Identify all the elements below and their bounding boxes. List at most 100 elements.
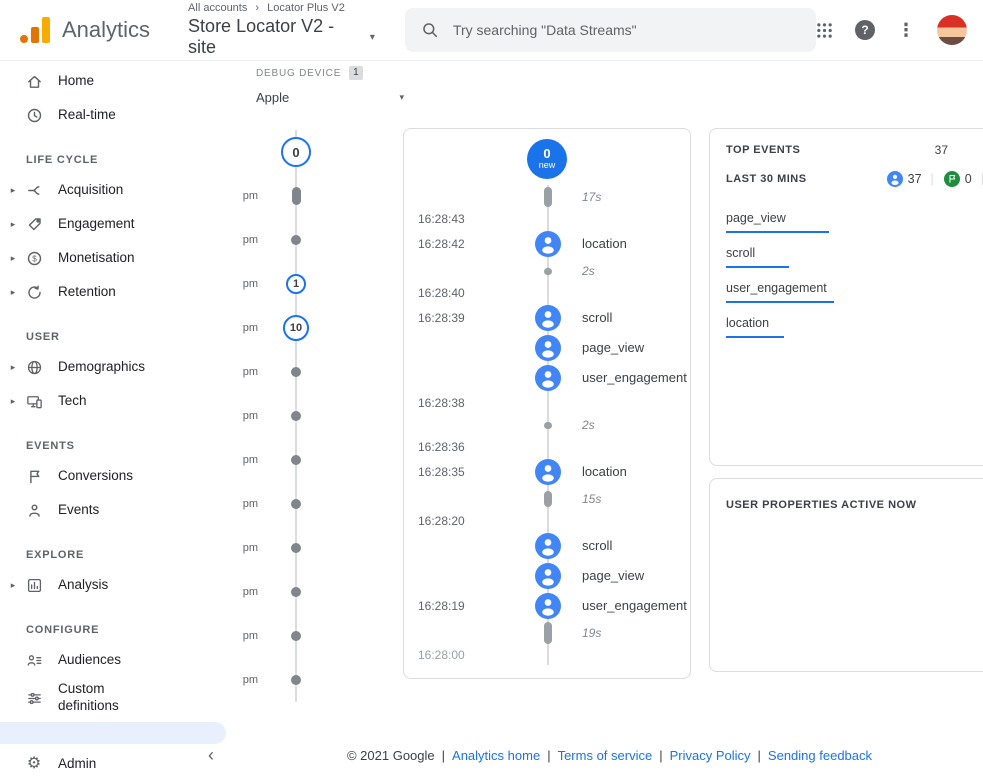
minute-count-ring[interactable]: 1 [286,274,306,294]
stream-row: 2s [404,259,690,283]
debug-device-select[interactable]: Apple ▾ [256,90,404,105]
footer-link[interactable]: Analytics home [452,748,540,763]
top-events-card: TOP EVENTS 37 LAST 30 MINS 37 | 0 | [709,128,983,466]
search-bar[interactable] [405,8,816,52]
expand-arrow-icon[interactable]: ▸ [6,396,20,407]
footer-link[interactable]: Privacy Policy [670,748,751,763]
top-event-label[interactable]: scroll [726,246,755,260]
minute-row[interactable]: pm [236,482,328,526]
sidebar-item-debugview-selected[interactable] [0,722,226,744]
minute-row[interactable]: pm [236,438,328,482]
more-vert-icon[interactable]: ⋮ [897,20,915,41]
footer-link[interactable]: Sending feedback [768,748,872,763]
stream-timestamp: 16:28:36 [418,440,524,454]
minute-label: pm [236,586,258,598]
minute-row[interactable]: pm [236,394,328,438]
top-event-row[interactable]: location [726,314,983,338]
app-name[interactable]: Analytics [62,17,150,43]
svg-text:$: $ [32,254,37,263]
top-event-label[interactable]: page_view [726,211,786,225]
top-events-counter: 37 | [887,171,934,187]
minute-dot-marker [291,455,301,465]
property-switcher[interactable]: Store Locator V2 - site ▾ [188,16,375,58]
sidebar-item-analysis[interactable]: ▸ Analysis [0,568,236,602]
sidebar-item-audiences[interactable]: Audiences [0,643,236,677]
minute-row[interactable]: pm [236,218,328,262]
sidebar-item-retention[interactable]: ▸ Retention [0,275,236,309]
user-properties-card: USER PROPERTIES ACTIVE NOW [709,478,983,672]
event-person-icon[interactable] [535,533,561,559]
sidebar-item-demographics[interactable]: ▸ Demographics [0,350,236,384]
stream-gap-marker [544,422,552,429]
minute-dot-marker [291,499,301,509]
sidebar-item-tech[interactable]: ▸ Tech [0,384,236,418]
expand-arrow-icon[interactable]: ▸ [6,185,20,196]
stream-timestamp: 16:28:20 [418,514,524,528]
sidebar-item-conversions[interactable]: Conversions [0,459,236,493]
sidebar-item-custom-definitions[interactable]: Custom definitions [0,677,236,719]
event-person-icon[interactable] [535,335,561,361]
top-event-row[interactable]: page_view [726,209,983,233]
sidebar-item-home[interactable]: Home [0,64,236,98]
top-event-label[interactable]: location [726,316,769,330]
stream-timestamp: 16:28:19 [418,599,524,613]
top-event-row[interactable]: scroll [726,244,983,268]
minute-row[interactable]: pm [236,350,328,394]
expand-arrow-icon[interactable]: ▸ [6,219,20,230]
minute-count-ring[interactable]: 0 [281,137,311,167]
stream-event-label[interactable]: scroll [582,310,612,325]
expand-arrow-icon[interactable]: ▸ [6,362,20,373]
minute-row[interactable]: pm [236,174,328,218]
stream-event-label[interactable]: page_view [582,340,644,355]
breadcrumb-account[interactable]: Locator Plus V2 [267,2,345,14]
minute-row[interactable]: pm [236,526,328,570]
stream-timestamp: 16:28:40 [418,286,524,300]
avatar[interactable] [937,15,967,45]
expand-arrow-icon[interactable]: ▸ [6,253,20,264]
analytics-logo-icon[interactable] [18,12,54,48]
help-icon[interactable]: ? [855,20,875,40]
stream-event-label[interactable]: user_engagement [582,370,687,385]
sidebar-item-realtime[interactable]: Real-time [0,98,236,132]
debug-device-label: DEBUG DEVICE [256,68,341,79]
stream-row: 16:28:20 [404,511,690,531]
new-events-badge[interactable]: 0 new [527,139,567,179]
minute-row[interactable]: pm 10 [236,306,328,350]
stream-event-label[interactable]: user_engagement [582,598,687,613]
search-input[interactable] [451,21,816,39]
top-app-bar: Analytics All accounts › Locator Plus V2… [0,0,983,61]
expand-arrow-icon[interactable]: ▸ [6,580,20,591]
event-person-icon[interactable] [535,231,561,257]
stream-event-label[interactable]: location [582,464,627,479]
minute-row[interactable]: pm [236,614,328,658]
event-person-icon[interactable] [535,563,561,589]
minute-row[interactable]: pm 1 [236,262,328,306]
event-person-icon[interactable] [535,365,561,391]
stream-event-label[interactable]: scroll [582,538,612,553]
minute-row[interactable]: pm [236,570,328,614]
minute-dot-marker [291,587,301,597]
expand-arrow-icon[interactable]: ▸ [6,287,20,298]
top-event-label[interactable]: user_engagement [726,281,827,295]
breadcrumb-all-accounts[interactable]: All accounts [188,2,247,14]
chevron-right-icon: › [255,2,259,14]
sidebar-item-events[interactable]: Events [0,493,236,527]
top-event-row[interactable]: user_engagement [726,279,983,303]
minute-label: pm [236,454,258,466]
event-person-icon[interactable] [535,459,561,485]
event-person-icon[interactable] [535,305,561,331]
minute-row[interactable]: 0 [236,130,328,174]
minute-count-ring[interactable]: 10 [283,315,309,341]
minute-row[interactable]: pm [236,658,328,702]
sidebar-item-engagement[interactable]: ▸ Engagement [0,207,236,241]
minute-label: pm [236,234,258,246]
sidebar-item-monetisation[interactable]: ▸ $ Monetisation [0,241,236,275]
collapse-sidebar-icon[interactable]: ‹ [208,745,214,766]
stream-event-label[interactable]: page_view [582,568,644,583]
footer-link[interactable]: Terms of service [558,748,653,763]
sidebar-item-acquisition[interactable]: ▸ Acquisition [0,173,236,207]
event-person-icon[interactable] [535,593,561,619]
stream-event-label[interactable]: location [582,236,627,251]
search-icon [421,21,439,39]
apps-grid-icon[interactable] [816,22,833,39]
